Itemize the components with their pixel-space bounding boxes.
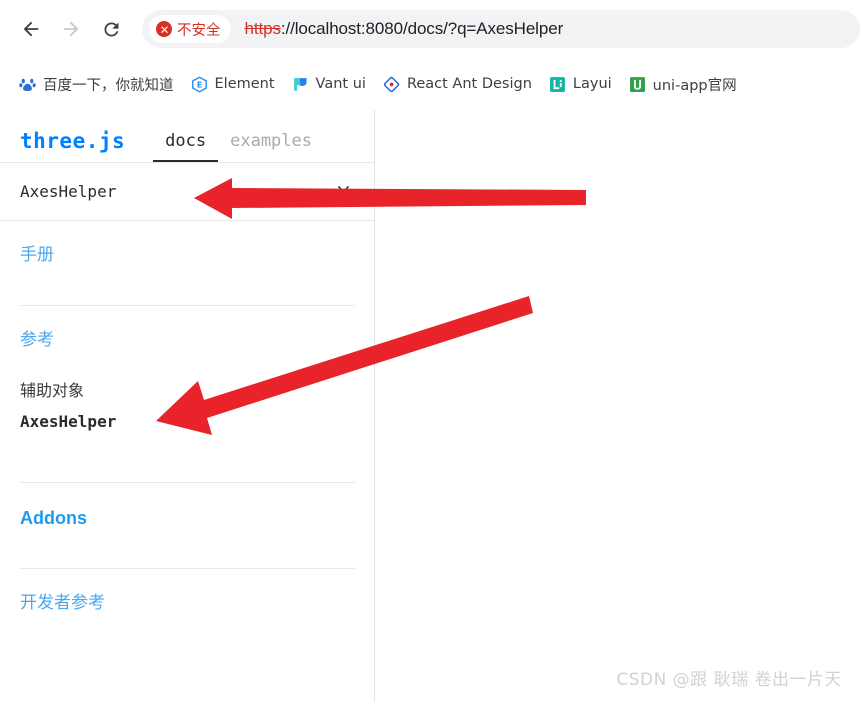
bookmarks-bar: 百度一下，你就知道 E Element Vant ui: [0, 58, 860, 110]
url-rest: ://localhost:8080/docs/?q=AxesHelper: [281, 19, 563, 38]
vant-icon: [292, 76, 309, 93]
sidebar-divider: [20, 482, 355, 483]
bookmark-baidu[interactable]: 百度一下，你就知道: [12, 70, 181, 98]
not-secure-icon: [156, 21, 172, 37]
browser-chrome: 不安全 https://localhost:8080/docs/?q=AxesH…: [0, 0, 860, 110]
uniapp-icon: [629, 76, 646, 93]
close-icon: [335, 183, 352, 200]
clear-search-button[interactable]: [334, 183, 352, 201]
tab-docs[interactable]: docs: [153, 131, 218, 162]
sidebar-nav: 手册 参考 辅助对象 AxesHelper Addons 开发者参考: [0, 243, 374, 617]
bookmark-uniapp[interactable]: uni-app官网: [622, 70, 744, 98]
docs-sidebar: three.js docs examples 手册 参考 辅助对象: [0, 110, 375, 702]
search-input[interactable]: [0, 163, 290, 220]
security-label: 不安全: [177, 19, 221, 40]
browser-toolbar: 不安全 https://localhost:8080/docs/?q=AxesH…: [0, 0, 860, 58]
url-text: https://localhost:8080/docs/?q=AxesHelpe…: [245, 19, 564, 39]
spacer: [20, 532, 354, 568]
spacer: [20, 269, 354, 305]
sidebar-divider: [20, 305, 355, 306]
security-chip[interactable]: 不安全: [149, 15, 231, 43]
bookmark-element[interactable]: E Element: [184, 70, 282, 98]
bookmark-label: React Ant Design: [407, 76, 532, 92]
sidebar-item-manual[interactable]: 手册: [20, 243, 354, 269]
svg-text:E: E: [196, 80, 201, 89]
bookmark-vant[interactable]: Vant ui: [285, 70, 373, 98]
back-button[interactable]: [14, 12, 48, 46]
arrow-left-icon: [20, 18, 42, 40]
spacer: [20, 434, 354, 482]
sidebar-item-reference[interactable]: 参考: [20, 328, 354, 354]
bookmark-layui[interactable]: Layui: [542, 70, 619, 98]
reload-icon: [101, 19, 122, 40]
sidebar-group-helpers: 辅助对象: [20, 379, 354, 404]
sidebar-divider: [20, 568, 355, 569]
page-content: three.js docs examples 手册 参考 辅助对象: [0, 110, 860, 702]
address-bar[interactable]: 不安全 https://localhost:8080/docs/?q=AxesH…: [142, 10, 860, 48]
bookmark-label: 百度一下，你就知道: [43, 74, 174, 95]
bookmark-label: Layui: [573, 76, 612, 92]
watermark: CSDN @跟 耿瑞 卷出一片天: [616, 665, 842, 690]
layui-icon: [549, 76, 566, 93]
antd-icon: [383, 76, 400, 93]
search-row: [0, 163, 374, 221]
site-header: three.js docs examples: [0, 110, 374, 163]
sidebar-item-axeshelper[interactable]: AxesHelper: [20, 409, 354, 435]
url-scheme: https: [245, 19, 281, 38]
baidu-icon: [19, 76, 36, 93]
bookmark-label: Element: [215, 76, 275, 92]
sidebar-item-addons[interactable]: Addons: [20, 505, 354, 532]
bookmark-react-ant-design[interactable]: React Ant Design: [376, 70, 539, 98]
bookmark-label: uni-app官网: [653, 74, 737, 95]
reload-button[interactable]: [94, 12, 128, 46]
three-js-logo[interactable]: three.js: [20, 129, 125, 162]
forward-button[interactable]: [54, 12, 88, 46]
tab-examples[interactable]: examples: [218, 131, 324, 162]
docs-tabs: docs examples: [153, 110, 324, 162]
arrow-right-icon: [60, 18, 82, 40]
bookmark-label: Vant ui: [316, 76, 366, 92]
element-icon: E: [191, 76, 208, 93]
sidebar-item-developer-reference[interactable]: 开发者参考: [20, 591, 354, 617]
